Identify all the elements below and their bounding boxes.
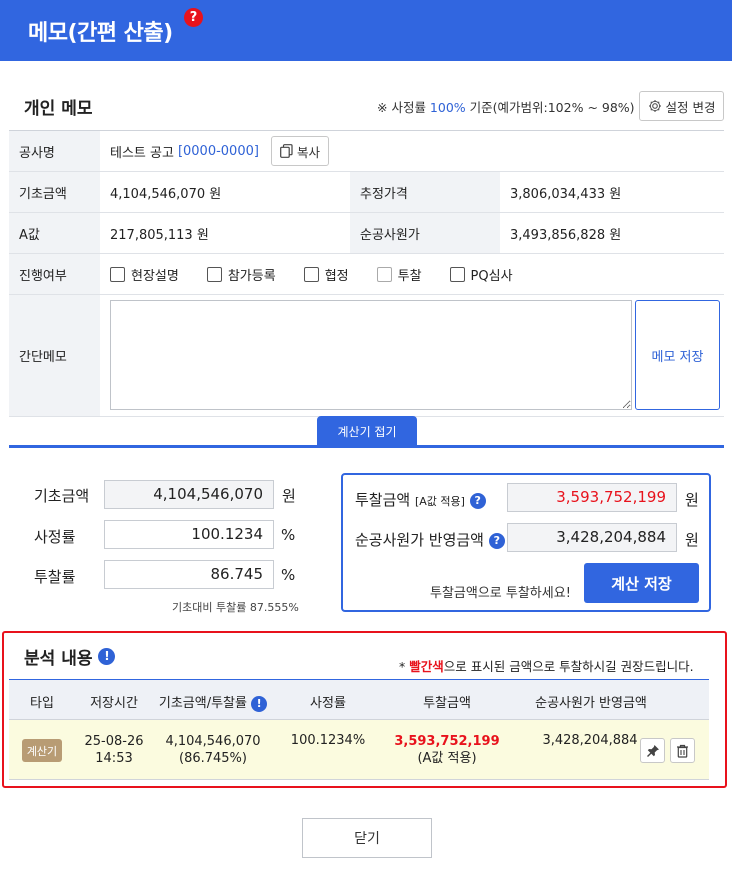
trash-icon bbox=[677, 744, 688, 758]
help-icon[interactable]: ? bbox=[469, 492, 486, 509]
calc-bid-rate-label: 투찰률 bbox=[34, 568, 76, 586]
est-value: 3,806,034,433 원 bbox=[510, 186, 622, 202]
calc-save-button[interactable]: 계산 저장 bbox=[584, 563, 699, 603]
row-a: A값 217,805,113 원 순공사원가 3,493,856,828 원 bbox=[9, 213, 724, 254]
analysis-title: 분석 내용 ! bbox=[24, 644, 116, 669]
bid-amount-input[interactable]: 3,593,752,199 bbox=[507, 483, 677, 512]
calc-bid-rate-input[interactable]: 86.745 bbox=[104, 560, 274, 589]
calc-base-unit: 원 bbox=[282, 487, 296, 505]
project-label: 공사명 bbox=[9, 131, 100, 171]
copy-button[interactable]: 복사 bbox=[270, 136, 329, 166]
delete-button[interactable] bbox=[670, 738, 695, 763]
project-value: 테스트 공고 [0000-0000] 복사 bbox=[100, 131, 329, 171]
checkbox-box[interactable] bbox=[206, 266, 222, 282]
gear-icon bbox=[648, 100, 661, 112]
col-rate: 사정률 bbox=[310, 696, 346, 711]
progress-label: 진행여부 bbox=[9, 254, 100, 294]
bid-amount-label: 투찰금액 [A값 적용] ? bbox=[355, 489, 486, 510]
page-title: 메모(간편 산출) bbox=[28, 21, 173, 46]
type-badge: 계산기 bbox=[22, 739, 62, 762]
rate-value: 100.1234% bbox=[290, 733, 366, 748]
pin-icon bbox=[646, 744, 659, 757]
col-bid-amount: 투찰금액 bbox=[423, 696, 471, 711]
info-table: 공사명 테스트 공고 [0000-0000] 복사 기초금액 4,104,546… bbox=[9, 130, 724, 417]
net-label: 순공사원가 bbox=[350, 213, 500, 253]
progress-checkboxes: 현장설명 참가등록 협정 투찰 PQ심사 bbox=[100, 254, 541, 294]
checkbox-bid[interactable]: 투찰 bbox=[376, 265, 422, 284]
copy-label: 복사 bbox=[296, 144, 320, 160]
row-project: 공사명 테스트 공고 [0000-0000] 복사 bbox=[9, 131, 724, 172]
calc-rate-unit: % bbox=[281, 526, 296, 544]
checkbox-box[interactable] bbox=[110, 266, 125, 282]
analysis-table-header: 타입 저장시간 기초금액/투찰률 ! 사정률 투찰금액 순공사원가 반영금액 bbox=[9, 679, 709, 720]
base-label: 기초금액 bbox=[9, 172, 100, 212]
net-reflect-unit: 원 bbox=[685, 531, 699, 549]
col-base-bidrate: 기초금액/투찰률 ! bbox=[153, 692, 273, 712]
analysis-note: * 빨간색으로 표시된 금액으로 투찰하시길 권장드립니다. bbox=[399, 659, 694, 674]
calc-bid-rate-unit: % bbox=[281, 566, 296, 584]
ratio-note: 기초대비 투찰률 87.555% bbox=[172, 601, 299, 614]
settings-button[interactable]: 설정 변경 bbox=[639, 91, 724, 121]
net-reflect-value: 3,428,204,884 bbox=[542, 733, 638, 748]
copy-icon bbox=[280, 144, 293, 158]
project-code: [0000-0000] bbox=[177, 143, 259, 159]
col-saved-time: 저장시간 bbox=[90, 696, 138, 711]
checkbox-pq[interactable]: PQ심사 bbox=[449, 265, 513, 284]
project-name: 테스트 공고 bbox=[110, 145, 174, 161]
base-bidrate-value: 4,104,546,070 (86.745%) bbox=[165, 734, 261, 766]
checkbox-box[interactable] bbox=[376, 266, 392, 282]
memo-save-button[interactable]: 메모 저장 bbox=[635, 300, 720, 410]
memo-label: 간단메모 bbox=[9, 295, 100, 416]
net-reflect-label: 순공사원가 반영금액 ? bbox=[355, 529, 505, 550]
a-label: A값 bbox=[9, 213, 100, 253]
checkbox-site-briefing[interactable]: 현장설명 bbox=[110, 265, 179, 284]
bid-amount-value: 3,593,752,199 (A값 적용) bbox=[394, 734, 500, 766]
close-button[interactable]: 닫기 bbox=[302, 818, 432, 858]
info-icon[interactable]: ! bbox=[251, 695, 268, 712]
saved-time: 25-08-26 14:53 bbox=[84, 734, 144, 766]
est-label: 추정가격 bbox=[350, 172, 500, 212]
checkbox-registration[interactable]: 참가등록 bbox=[206, 265, 276, 284]
settings-label: 설정 변경 bbox=[665, 99, 716, 115]
row-progress: 진행여부 현장설명 참가등록 협정 투찰 PQ심사 bbox=[9, 254, 724, 295]
memo-section-title: 개인 메모 bbox=[24, 99, 93, 119]
rate-note: ※ 사정률 100% 기준(예가범위:102% ~ 98%) bbox=[377, 100, 635, 115]
calc-base-label: 기초금액 bbox=[34, 487, 90, 505]
memo-textarea[interactable] bbox=[110, 300, 632, 410]
bid-amount-unit: 원 bbox=[685, 491, 699, 509]
calc-rate-input[interactable]: 100.1234 bbox=[104, 520, 274, 549]
calc-base-input[interactable]: 4,104,546,070 bbox=[104, 480, 274, 509]
net-value: 3,493,856,828 원 bbox=[510, 227, 622, 243]
pin-button[interactable] bbox=[640, 738, 665, 763]
net-reflect-input[interactable]: 3,428,204,884 bbox=[507, 523, 677, 552]
row-memo: 간단메모 메모 저장 bbox=[9, 295, 724, 417]
row-base: 기초금액 4,104,546,070 원 추정가격 3,806,034,433 … bbox=[9, 172, 724, 213]
base-value: 4,104,546,070 원 bbox=[110, 186, 222, 202]
help-icon[interactable]: ? bbox=[184, 8, 203, 27]
table-row: 계산기 25-08-26 14:53 4,104,546,070 (86.745%)… bbox=[9, 720, 709, 780]
help-icon[interactable]: ? bbox=[488, 532, 505, 549]
calc-rate-label: 사정률 bbox=[34, 528, 76, 546]
a-value: 217,805,113 원 bbox=[110, 227, 209, 243]
calculator-fold-tab[interactable]: 계산기 접기 bbox=[317, 416, 417, 446]
checkbox-box[interactable] bbox=[449, 266, 465, 282]
info-icon[interactable]: ! bbox=[98, 648, 116, 665]
col-type: 타입 bbox=[30, 696, 54, 711]
col-net-reflect: 순공사원가 반영금액 bbox=[535, 696, 647, 711]
checkbox-agreement[interactable]: 협정 bbox=[303, 265, 349, 284]
checkbox-box[interactable] bbox=[303, 266, 319, 282]
bid-hint: 투찰금액으로 투찰하세요! bbox=[430, 586, 571, 601]
window-header: 메모(간편 산출) ? bbox=[0, 0, 732, 61]
